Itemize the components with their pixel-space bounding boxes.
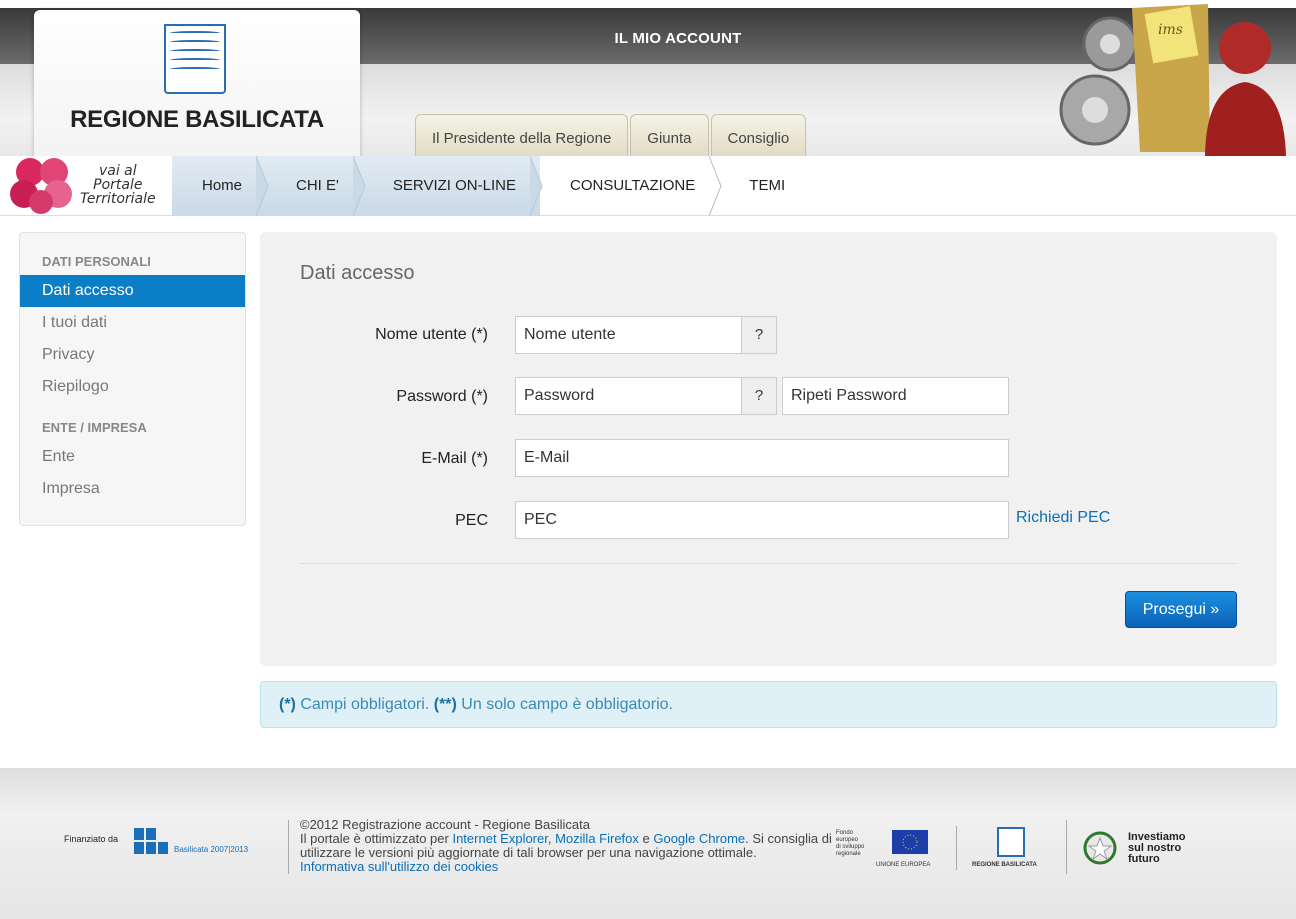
italian-emblem-icon: [1083, 831, 1117, 865]
copyright-text: ©2012 Registrazione account - Regione Ba…: [300, 817, 590, 832]
ims-account-illustration: ims: [1059, 4, 1286, 156]
regione-logo: REGIONE BASILICATA: [972, 827, 1037, 868]
nav-items: Home CHI E' SERVIZI ON-LINE CONSULTAZION…: [172, 156, 809, 216]
portale-text: vai al Portale Territoriale: [80, 163, 156, 207]
repeat-password-input[interactable]: [782, 377, 1009, 415]
chrome-link[interactable]: Google Chrome: [653, 831, 745, 846]
sidebar-heading-dati-personali: DATI PERSONALI: [42, 254, 151, 269]
sidebar-item-dati-accesso[interactable]: Dati accesso: [20, 275, 245, 307]
sidebar-heading-ente-impresa: ENTE / IMPRESA: [42, 420, 147, 435]
logo[interactable]: REGIONE BASILICATA: [34, 10, 360, 160]
form-title: Dati accesso: [300, 262, 415, 284]
sidebar-item-impresa[interactable]: Impresa: [20, 473, 245, 505]
financed-by-label: Finanziato da: [64, 834, 119, 844]
username-help-button[interactable]: ?: [741, 316, 777, 354]
folder-icon: ims: [1132, 4, 1210, 152]
nav-servizi-on-line[interactable]: SERVIZI ON-LINE: [362, 156, 543, 216]
page: IL MIO ACCOUNT REGIONE BASILICATA Il Pre…: [0, 0, 1296, 919]
browser-text: Il portale è ottimizzato per Internet Ex…: [300, 831, 832, 860]
nav-consultazione[interactable]: CONSULTAZIONE: [540, 156, 722, 216]
fesr-logo-icon: Basilicata 2007|2013: [134, 828, 249, 854]
gear-icon: [1059, 16, 1138, 146]
svg-text:di sviluppo: di sviluppo: [836, 844, 865, 850]
svg-text:Fondo: Fondo: [836, 830, 854, 836]
username-input[interactable]: [515, 316, 742, 354]
ie-link[interactable]: Internet Explorer: [452, 831, 547, 846]
tab-consiglio[interactable]: Consiglio: [710, 114, 807, 156]
regione-crest-icon: [164, 24, 226, 94]
username-label: Nome utente (*): [375, 326, 488, 343]
header-tabs: Il Presidente della Regione Giunta Consi…: [415, 114, 808, 156]
nav-temi[interactable]: TEMI: [719, 156, 809, 216]
prosegui-button[interactable]: Prosegui »: [1125, 591, 1237, 628]
logo-text: REGIONE BASILICATA: [70, 106, 324, 133]
required-fields-note: (*) Campi obbligatori. (**) Un solo camp…: [260, 681, 1277, 728]
svg-text:Basilicata 2007|2013: Basilicata 2007|2013: [174, 845, 249, 854]
tab-giunta[interactable]: Giunta: [630, 114, 709, 156]
pec-input[interactable]: [515, 501, 1009, 539]
email-input[interactable]: [515, 439, 1009, 477]
pec-label: PEC: [455, 512, 488, 529]
richiedi-pec-link[interactable]: Richiedi PEC: [1016, 509, 1110, 527]
eu-flag-icon: [892, 830, 928, 854]
sidebar-item-privacy[interactable]: Privacy: [20, 339, 245, 371]
main-nav: vai al Portale Territoriale Home CHI E' …: [0, 156, 1296, 216]
portale-territoriale-link[interactable]: vai al Portale Territoriale: [8, 156, 168, 216]
svg-text:regionale: regionale: [836, 851, 861, 857]
user-icon: [1205, 22, 1286, 156]
regione-crest-small-icon: [997, 827, 1025, 857]
sidebar-item-riepilogo[interactable]: Riepilogo: [20, 371, 245, 403]
svg-text:REGIONE BASILICATA: REGIONE BASILICATA: [972, 862, 1037, 868]
nav-chi-e[interactable]: CHI E': [266, 156, 366, 216]
investiamo-text: Investiamo sul nostro futuro: [1128, 831, 1186, 865]
email-label: E-Mail (*): [421, 450, 488, 467]
password-help-button[interactable]: ?: [741, 377, 777, 415]
svg-text:UNIONE EUROPEA: UNIONE EUROPEA: [876, 862, 930, 868]
cookies-link[interactable]: Informativa sull'utilizzo dei cookies: [300, 860, 840, 874]
firefox-link[interactable]: Mozilla Firefox: [555, 831, 639, 846]
flower-logo-icon: [10, 158, 72, 214]
form-divider: [300, 563, 1237, 564]
password-input[interactable]: [515, 377, 742, 415]
svg-text:ims: ims: [1158, 22, 1183, 38]
sidebar: DATI PERSONALI Dati accesso I tuoi dati …: [19, 232, 246, 526]
footer-text: ©2012 Registrazione account - Regione Ba…: [300, 818, 840, 874]
footer: Finanziato da Basilicata 2007|2013 ©2012…: [0, 768, 1296, 919]
password-label: Password (*): [396, 388, 488, 405]
sidebar-item-tuoi-dati[interactable]: I tuoi dati: [20, 307, 245, 339]
tab-presidente[interactable]: Il Presidente della Regione: [415, 114, 629, 156]
form-panel: Dati accesso Nome utente (*) ? Password …: [260, 232, 1277, 666]
nav-home[interactable]: Home: [172, 156, 269, 216]
svg-text:europeo: europeo: [836, 837, 859, 843]
sidebar-item-ente[interactable]: Ente: [20, 441, 245, 473]
